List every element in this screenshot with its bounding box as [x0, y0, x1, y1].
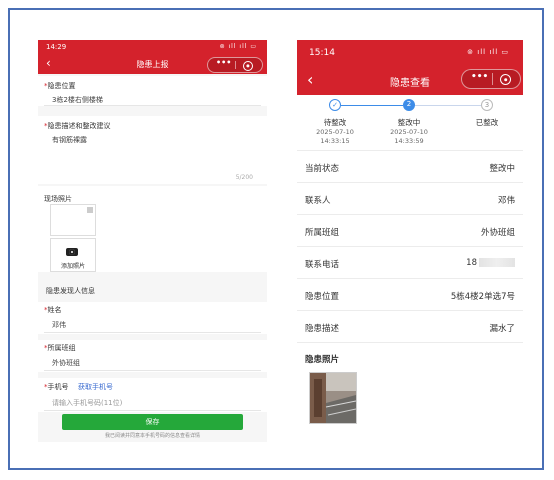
- row-key: 隐患描述: [305, 324, 340, 334]
- progress-steps: ✓ 2 3 待整改 2025-07-10 14:33:15 整改中 2025-0…: [297, 95, 523, 153]
- step-done-check-icon: ✓: [329, 99, 341, 111]
- team-section: *所属班组 外协班组: [38, 340, 267, 372]
- name-input[interactable]: 邓伟: [52, 320, 66, 330]
- camera-icon: [66, 248, 78, 256]
- step-date: 2025-07-10: [390, 128, 428, 136]
- location-label: *隐患位置: [44, 82, 76, 90]
- privacy-notice: 我已阅读并同意本手机号码的信息查看详情: [104, 433, 200, 439]
- row-key: 隐患位置: [305, 292, 340, 302]
- more-dots-icon[interactable]: •••: [471, 72, 488, 82]
- phone-input[interactable]: 请输入手机号码(11位): [52, 398, 122, 408]
- row-key: 所属班组: [305, 228, 340, 238]
- step-label: 已整改: [475, 118, 499, 127]
- info-row-team: 所属班组 外协班组: [297, 214, 523, 247]
- name-section: *姓名 邓伟: [38, 302, 267, 334]
- save-button[interactable]: 保存: [62, 414, 243, 430]
- nav-bar: ‹ 隐患上报 •••: [38, 54, 267, 74]
- info-row-location: 隐患位置 5栋4楼2单选7号: [297, 278, 523, 311]
- phone-section: *手机号 获取手机号 请输入手机号码(11位): [38, 378, 267, 412]
- row-key: 当前状态: [305, 164, 340, 174]
- finder-header: 隐患发现人信息: [38, 282, 267, 300]
- info-row-phone: 联系电话 18: [297, 246, 523, 279]
- row-key: 联系电话: [305, 260, 340, 270]
- photos-section: 现场照片 添加照片: [38, 186, 267, 272]
- name-label: *姓名: [44, 306, 62, 314]
- more-dots-icon[interactable]: •••: [216, 58, 231, 67]
- step-date: 2025-07-10: [316, 128, 354, 136]
- row-value: 漏水了: [489, 324, 515, 334]
- step-active-dot: 2: [403, 99, 415, 111]
- photo-thumbnail[interactable]: [50, 204, 96, 236]
- team-input[interactable]: 外协班组: [52, 358, 80, 368]
- mini-program-capsule: •••: [207, 57, 263, 73]
- team-label: *所属班组: [44, 344, 76, 352]
- description-section: *隐患描述和整改建议 有钢筋裸露 5/200: [38, 116, 267, 184]
- add-photo-button[interactable]: 添加照片: [50, 238, 96, 272]
- row-value-phone[interactable]: 18: [466, 258, 515, 268]
- target-icon[interactable]: [243, 61, 253, 71]
- signal-icon: ⊚ ıll ıll ▭: [219, 43, 257, 50]
- add-photo-label: 添加照片: [60, 263, 85, 270]
- location-section: *隐患位置 3栋2楼右侧楼梯: [38, 76, 267, 106]
- hazard-view-screen: 15:14 ⊚ ıll ıll ▭ ‹ 隐患查看 ••• ✓ 2 3 待整改 2…: [297, 40, 523, 438]
- header-bar: 15:14 ⊚ ıll ıll ▭ ‹ 隐患查看 •••: [297, 40, 523, 95]
- row-value: 邓伟: [497, 196, 515, 206]
- step-todo-dot: 3: [481, 99, 493, 111]
- target-icon[interactable]: [500, 74, 511, 85]
- battery-icon: ⊚ ıll ıll ▭: [467, 48, 509, 56]
- step-label: 整改中: [397, 118, 421, 127]
- get-phone-link[interactable]: 获取手机号: [78, 382, 113, 392]
- info-row-description: 隐患描述 漏水了: [297, 310, 523, 343]
- status-bar: 14:29 ⊚ ıll ıll ▭: [38, 40, 267, 54]
- row-value: 5栋4楼2单选7号: [450, 292, 515, 302]
- step-label: 待整改: [323, 118, 347, 127]
- info-row-status: 当前状态 整改中: [297, 150, 523, 183]
- description-label: *隐患描述和整改建议: [44, 122, 111, 130]
- hazard-photo[interactable]: [309, 372, 357, 424]
- location-input[interactable]: 3栋2楼右侧楼梯: [52, 95, 103, 105]
- mini-program-capsule: •••: [461, 69, 521, 89]
- description-input[interactable]: 有钢筋裸露: [52, 135, 87, 145]
- phone-label: *手机号: [44, 383, 69, 391]
- redacted-block: [479, 258, 515, 267]
- step-time: 14:33:15: [320, 137, 350, 145]
- info-row-contact: 联系人 邓伟: [297, 182, 523, 215]
- step-time: 14:33:59: [394, 137, 424, 145]
- char-counter: 5/200: [235, 174, 253, 181]
- report-form-screen: 14:29 ⊚ ıll ıll ▭ ‹ 隐患上报 ••• *隐患位置 3栋2楼右…: [38, 40, 267, 442]
- status-time: 14:29: [46, 43, 67, 51]
- status-time: 15:14: [309, 48, 335, 58]
- row-value: 整改中: [489, 164, 515, 174]
- photos-title: 隐患照片: [305, 355, 340, 365]
- photos-label: 现场照片: [44, 195, 72, 203]
- row-value: 外协班组: [480, 228, 515, 238]
- finder-info-label: 隐患发现人信息: [46, 287, 95, 295]
- row-key: 联系人: [305, 196, 331, 206]
